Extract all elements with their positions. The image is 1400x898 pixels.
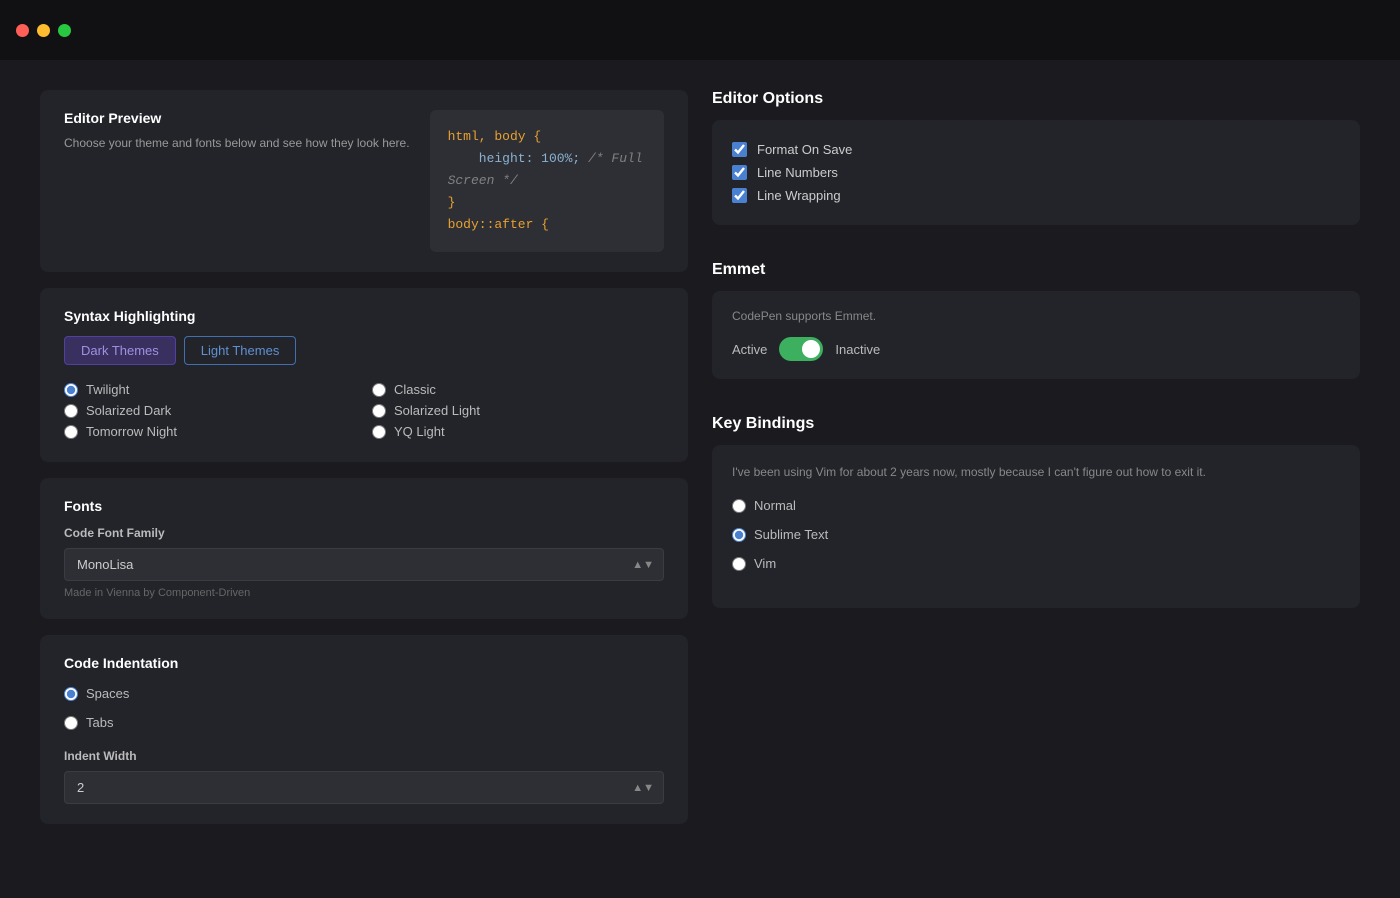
font-hint: Made in Vienna by Component-Driven [64,587,664,599]
emmet-toggle[interactable] [779,337,823,361]
emmet-card: CodePen supports Emmet. Active Inactive [712,291,1360,379]
keybinding-vim-label: Vim [754,556,776,571]
indent-spaces-radio[interactable] [64,687,78,701]
editor-options-section: Editor Options Format On Save Line Numbe… [712,90,1360,225]
theme-tomorrow-night-radio[interactable] [64,425,78,439]
indent-type-group: Spaces Tabs [64,683,664,733]
key-bindings-description: I've been using Vim for about 2 years no… [732,463,1340,481]
syntax-highlighting-title: Syntax Highlighting [64,308,664,324]
indent-spaces[interactable]: Spaces [64,683,664,704]
maximize-button[interactable] [58,24,71,37]
indent-tabs-label: Tabs [86,715,113,730]
emmet-toggle-row: Active Inactive [732,337,1340,361]
key-bindings-card: I've been using Vim for about 2 years no… [712,445,1360,608]
theme-classic-radio[interactable] [372,383,386,397]
font-family-select[interactable]: MonoLisa Fira Code JetBrains Mono Source… [64,548,664,581]
dark-themes-list: Twilight Solarized Dark Tomorrow Night [64,379,356,442]
keybinding-sublime[interactable]: Sublime Text [732,524,1340,545]
syntax-highlighting-card: Syntax Highlighting Dark Themes Light Th… [40,288,688,462]
fonts-title: Fonts [64,498,664,514]
code-line-1: html, body { [448,126,646,148]
theme-twilight-label: Twilight [86,382,129,397]
key-bindings-section: Key Bindings I've been using Vim for abo… [712,415,1360,608]
keybinding-normal[interactable]: Normal [732,495,1340,516]
theme-classic-label: Classic [394,382,436,397]
right-panel: Editor Options Format On Save Line Numbe… [712,90,1360,824]
editor-preview-description: Choose your theme and fonts below and se… [64,134,410,152]
minimize-button[interactable] [37,24,50,37]
format-on-save-label: Format On Save [757,142,852,157]
key-bindings-title: Key Bindings [712,415,1360,433]
theme-columns: Twilight Solarized Dark Tomorrow Night C… [64,379,664,442]
emmet-title: Emmet [712,261,1360,279]
code-preview: html, body { height: 100%; /* Full Scree… [430,110,664,252]
code-line-2: height: 100%; /* Full Screen */ [448,148,646,192]
theme-solarized-light-label: Solarized Light [394,403,480,418]
code-line-3: } [448,192,646,214]
fonts-card: Fonts Code Font Family MonoLisa Fira Cod… [40,478,688,619]
emmet-active-label: Active [732,342,767,357]
indent-tabs-radio[interactable] [64,716,78,730]
keybinding-vim-radio[interactable] [732,557,746,571]
editor-preview-card: Editor Preview Choose your theme and fon… [40,90,688,272]
line-wrapping-label: Line Wrapping [757,188,841,203]
editor-preview-info: Editor Preview Choose your theme and fon… [64,110,410,252]
option-format-on-save[interactable]: Format On Save [732,138,1340,161]
theme-tomorrow-night[interactable]: Tomorrow Night [64,421,356,442]
key-bindings-info: I've been using Vim for about 2 years no… [732,463,1340,481]
indent-width-select[interactable]: 2 4 8 [64,771,664,804]
emmet-info: CodePen supports Emmet. [732,309,1340,323]
code-indentation-title: Code Indentation [64,655,664,671]
theme-twilight-radio[interactable] [64,383,78,397]
indent-width-wrapper: 2 4 8 ▲▼ [64,771,664,804]
titlebar [0,0,1400,60]
dark-themes-tab[interactable]: Dark Themes [64,336,176,365]
theme-twilight[interactable]: Twilight [64,379,356,400]
option-line-wrapping[interactable]: Line Wrapping [732,184,1340,207]
indent-width-label: Indent Width [64,749,664,763]
key-bindings-group: Normal Sublime Text Vim [732,495,1340,574]
option-line-numbers[interactable]: Line Numbers [732,161,1340,184]
keybinding-sublime-radio[interactable] [732,528,746,542]
close-button[interactable] [16,24,29,37]
light-themes-tab[interactable]: Light Themes [184,336,297,365]
font-family-wrapper: MonoLisa Fira Code JetBrains Mono Source… [64,548,664,581]
theme-solarized-dark-label: Solarized Dark [86,403,171,418]
indent-tabs[interactable]: Tabs [64,712,664,733]
theme-classic[interactable]: Classic [372,379,664,400]
keybinding-vim[interactable]: Vim [732,553,1340,574]
emmet-description: CodePen supports Emmet. [732,309,1340,323]
theme-yq-light[interactable]: YQ Light [372,421,664,442]
line-numbers-checkbox[interactable] [732,165,747,180]
theme-tomorrow-night-label: Tomorrow Night [86,424,177,439]
code-line-4: body::after { [448,214,646,236]
left-panel: Editor Preview Choose your theme and fon… [40,90,688,824]
theme-yq-light-radio[interactable] [372,425,386,439]
emmet-section: Emmet CodePen supports Emmet. Active Ina… [712,261,1360,379]
font-family-label: Code Font Family [64,526,664,540]
editor-options-title: Editor Options [712,90,1360,108]
theme-solarized-dark-radio[interactable] [64,404,78,418]
line-numbers-label: Line Numbers [757,165,838,180]
theme-solarized-light[interactable]: Solarized Light [372,400,664,421]
format-on-save-checkbox[interactable] [732,142,747,157]
editor-preview-title: Editor Preview [64,110,410,126]
editor-options-card: Format On Save Line Numbers Line Wrappin… [712,120,1360,225]
light-themes-list: Classic Solarized Light YQ Light [372,379,664,442]
keybinding-sublime-label: Sublime Text [754,527,828,542]
keybinding-normal-label: Normal [754,498,796,513]
theme-solarized-light-radio[interactable] [372,404,386,418]
code-indentation-card: Code Indentation Spaces Tabs Indent Widt… [40,635,688,824]
keybinding-normal-radio[interactable] [732,499,746,513]
line-wrapping-checkbox[interactable] [732,188,747,203]
indent-spaces-label: Spaces [86,686,129,701]
emmet-inactive-label: Inactive [835,342,880,357]
theme-solarized-dark[interactable]: Solarized Dark [64,400,356,421]
main-content: Editor Preview Choose your theme and fon… [0,60,1400,854]
theme-tabs: Dark Themes Light Themes [64,336,664,365]
theme-yq-light-label: YQ Light [394,424,445,439]
emmet-toggle-slider [779,337,823,361]
